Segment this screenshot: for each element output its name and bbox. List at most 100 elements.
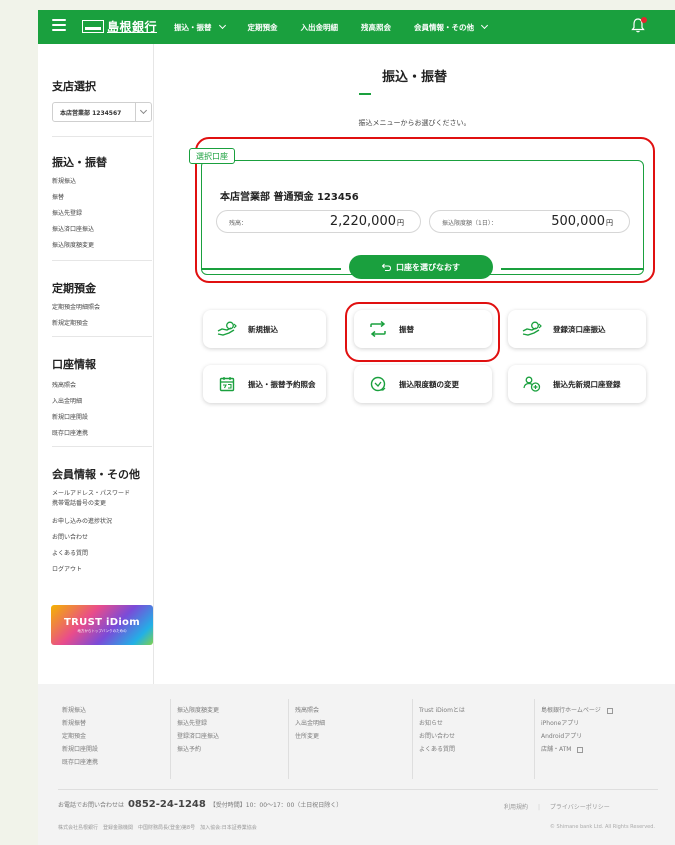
sidebar-divider <box>52 336 152 337</box>
footer-link[interactable]: 振込予約 <box>177 743 219 756</box>
nav-item-label: 残高照会 <box>361 22 391 32</box>
currency-unit: 円 <box>397 219 404 227</box>
branch-select[interactable]: 本店営業部 1234567 <box>52 102 152 122</box>
sidebar-item-account-transfer[interactable]: 振替 <box>52 192 64 201</box>
footer-divider <box>170 699 171 779</box>
reservation-inquiry-button[interactable]: 振込・振替予約照会 <box>203 365 326 403</box>
hand-money-icon <box>217 320 237 338</box>
sidebar-item-new-account[interactable]: 新規口座開設 <box>52 412 88 421</box>
action-label: 振込・振替予約照会 <box>248 379 316 389</box>
footer-divider <box>288 699 289 779</box>
footer-link[interactable]: iPhoneアプリ <box>541 717 613 730</box>
bank-logo-mark <box>82 20 104 33</box>
footer-link[interactable]: 店舗・ATM <box>541 743 613 756</box>
sidebar-item-balance[interactable]: 残高照会 <box>52 380 76 389</box>
nav-item-time-deposit[interactable]: 定期預金 <box>248 22 278 33</box>
terms-link[interactable]: 利用規約 <box>504 804 528 811</box>
balance-label: 残高： <box>229 220 248 227</box>
sidebar-item-application-status[interactable]: お申し込みの進捗状況 <box>52 516 112 525</box>
reselect-account-label: 口座を選びなおす <box>396 262 460 272</box>
page-frame: 島根銀行 振込・振替 定期預金 入出金明細 残高照会 会員情報・その他 支店選択… <box>38 10 675 845</box>
footer-link[interactable]: お知らせ <box>419 717 465 730</box>
balance-amount: 2,220,000円 <box>330 214 404 229</box>
footer-link[interactable]: 入出金明細 <box>295 717 325 730</box>
footer-link[interactable]: 登録済口座振込 <box>177 730 219 743</box>
trust-idiom-banner[interactable]: TRUST iDiom 地方からトップバンクのための <box>51 605 153 645</box>
sidebar-item-deposit-inquiry[interactable]: 定期預金明細照会 <box>52 302 100 311</box>
footer-link[interactable]: 残高照会 <box>295 704 325 717</box>
sidebar-item-contact[interactable]: お問い合わせ <box>52 532 88 541</box>
new-transfer-button[interactable]: 新規振込 <box>203 310 326 348</box>
sidebar-item-logout[interactable]: ログアウト <box>52 564 82 573</box>
sidebar-item-limit-change[interactable]: 振込限度額変更 <box>52 240 94 249</box>
new-payee-register-button[interactable]: 振込先新規口座登録 <box>508 365 646 403</box>
sidebar-item-email-password[interactable]: メールアドレス・パスワード <box>52 488 130 497</box>
limit-value: 500,000 <box>551 214 605 229</box>
footer-link[interactable]: 新規口座開設 <box>62 743 98 756</box>
bank-logo[interactable]: 島根銀行 <box>82 18 157 35</box>
company-info: 株式会社島根銀行 登録金融機関 中国財務局長(登金)第8号 加入協会:日本証券業… <box>58 825 257 831</box>
footer-link[interactable]: 振込先登録 <box>177 717 219 730</box>
branch-select-value: 本店営業部 1234567 <box>60 109 122 117</box>
action-label: 振込限度額の変更 <box>399 379 459 389</box>
phone-number[interactable]: 0852-24-1248 <box>128 799 206 810</box>
policy-separator: | <box>537 804 540 811</box>
nav-item-statement[interactable]: 入出金明細 <box>301 22 339 33</box>
action-label: 新規振込 <box>248 324 278 334</box>
footer-link[interactable]: 島根銀行ホームページ <box>541 704 613 717</box>
account-transfer-button[interactable]: 振替 <box>354 310 492 348</box>
sidebar-item-payee-register[interactable]: 振込先登録 <box>52 208 82 217</box>
nav-item-label: 入出金明細 <box>300 22 339 32</box>
footer-column: 新規振込 新規振替 定期預金 新規口座開設 既存口座連携 <box>62 704 98 769</box>
footer-link[interactable]: Androidアプリ <box>541 730 613 743</box>
privacy-link[interactable]: プライバシーポリシー <box>550 804 610 811</box>
footer-divider <box>58 789 658 790</box>
limit-change-button[interactable]: 振込限度額の変更 <box>354 365 492 403</box>
footer-link[interactable]: 住所変更 <box>295 730 325 743</box>
footer-link[interactable]: 新規振込 <box>62 704 98 717</box>
sidebar-item-statement[interactable]: 入出金明細 <box>52 396 82 405</box>
top-navigation-bar: 島根銀行 振込・振替 定期預金 入出金明細 残高照会 会員情報・その他 <box>38 10 675 44</box>
sidebar: 支店選択 本店営業部 1234567 振込・振替 新規振込 振替 振込先登録 振… <box>38 44 154 684</box>
footer-link[interactable]: 既存口座連携 <box>62 756 98 769</box>
sidebar-item-registered-transfer[interactable]: 振込済口座振込 <box>52 224 94 233</box>
sidebar-item-faq[interactable]: よくある質問 <box>52 548 88 557</box>
footer-policy-links: 利用規約 | プライバシーポリシー <box>504 802 610 811</box>
nav-item-balance[interactable]: 残高照会 <box>361 22 391 33</box>
action-label: 振込先新規口座登録 <box>553 379 621 389</box>
account-name: 本店営業部 普通預金 123456 <box>220 192 359 203</box>
reselect-account-button[interactable]: 口座を選びなおす <box>349 255 493 279</box>
footer-link[interactable]: よくある質問 <box>419 743 465 756</box>
registered-transfer-button[interactable]: 登録済口座振込 <box>508 310 646 348</box>
footer-column: 振込限度額変更 振込先登録 登録済口座振込 振込予約 <box>177 704 219 756</box>
divider-line <box>501 268 644 270</box>
notification-bell-icon[interactable] <box>631 17 647 33</box>
phone-hours: 【受付時間】10：00～17：00（土日祝日除く） <box>209 802 343 809</box>
footer-link[interactable]: 振込限度額変更 <box>177 704 219 717</box>
sidebar-item-phone-change[interactable]: 携帯電話番号の変更 <box>52 498 106 507</box>
calendar-icon <box>217 375 237 393</box>
footer-column: 島根銀行ホームページ iPhoneアプリ Androidアプリ 店舗・ATM <box>541 704 613 756</box>
sidebar-section-title: 会員情報・その他 <box>52 468 140 481</box>
footer-link[interactable]: 定期預金 <box>62 730 98 743</box>
limit-pill: 振込限度額（1日）： 500,000円 <box>429 210 630 233</box>
nav-item-transfer[interactable]: 振込・振替 <box>174 21 226 33</box>
sidebar-item-link-account[interactable]: 既存口座連携 <box>52 428 88 437</box>
footer-link[interactable]: 新規振替 <box>62 717 98 730</box>
branch-select-title: 支店選択 <box>52 80 96 93</box>
footer-link[interactable]: お問い合わせ <box>419 730 465 743</box>
menu-icon[interactable] <box>52 19 66 31</box>
sidebar-section-title: 振込・振替 <box>52 156 107 169</box>
sidebar-divider <box>52 136 152 137</box>
hand-money-icon <box>522 320 542 338</box>
return-arrow-icon <box>382 263 391 271</box>
transfer-arrows-icon <box>368 320 388 338</box>
sidebar-item-new-transfer[interactable]: 新規振込 <box>52 176 76 185</box>
nav-item-label: 振込・振替 <box>174 22 212 32</box>
sidebar-item-new-deposit[interactable]: 新規定期預金 <box>52 318 88 327</box>
sidebar-section-title: 口座情報 <box>52 358 96 371</box>
footer-link[interactable]: Trust iDiomとは <box>419 704 465 717</box>
gauge-icon <box>368 375 388 393</box>
nav-item-member[interactable]: 会員情報・その他 <box>414 21 489 33</box>
page-subtitle: 振込メニューからお選びください。 <box>358 119 471 127</box>
